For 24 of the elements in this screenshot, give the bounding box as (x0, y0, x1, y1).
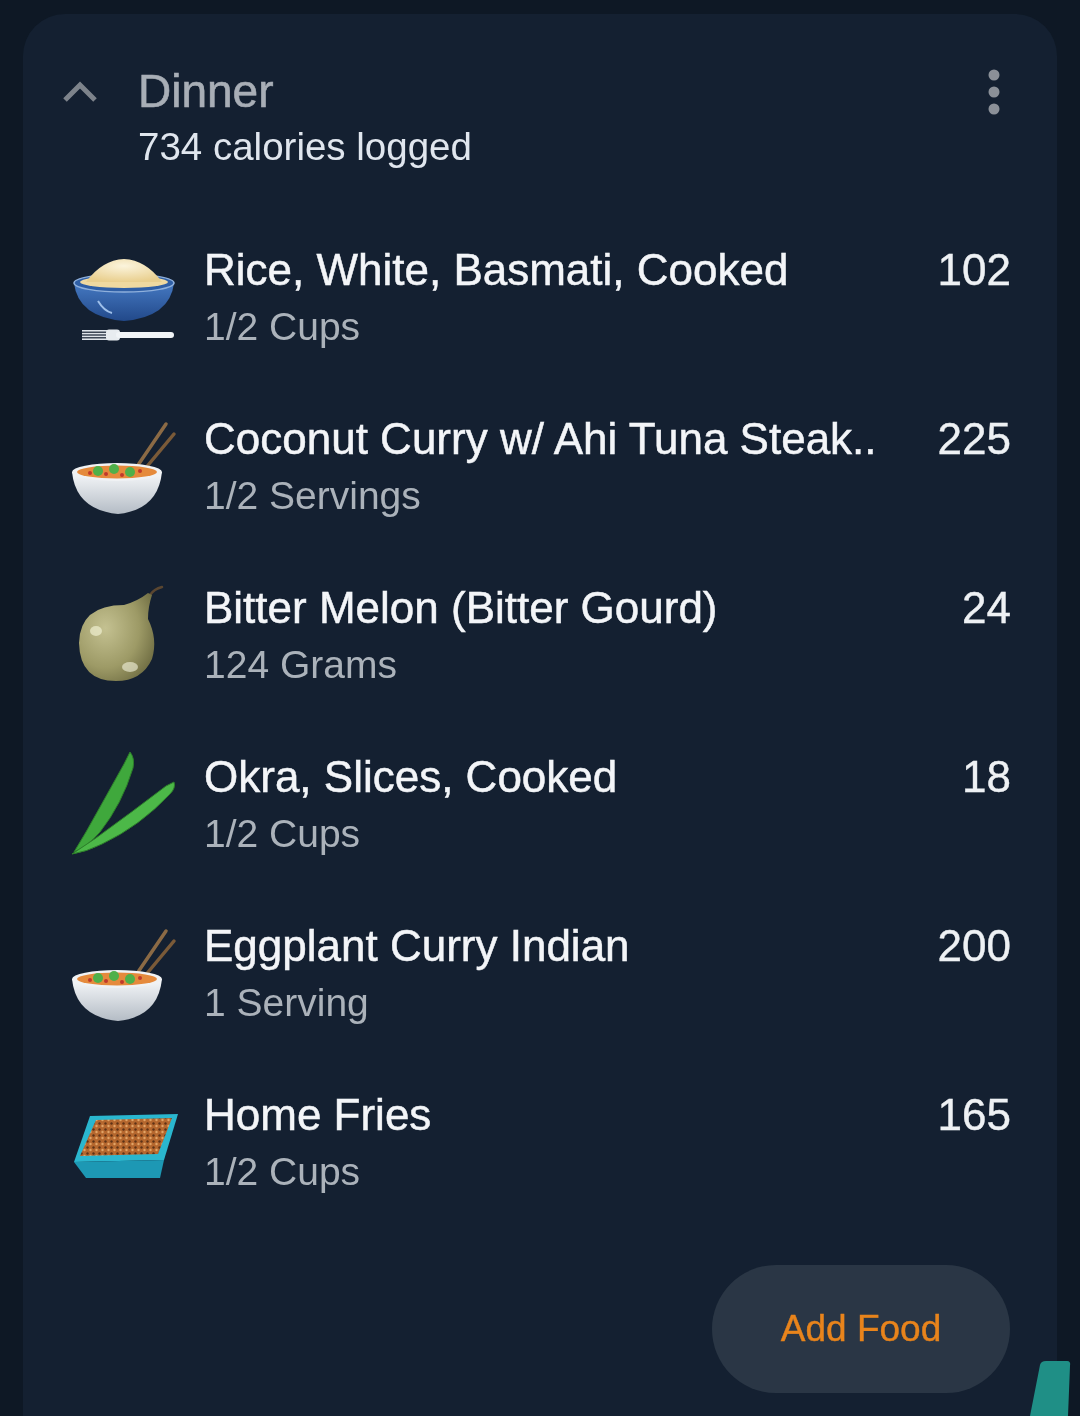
food-name: Eggplant Curry Indian (204, 919, 630, 972)
calorie-count: 18 (962, 750, 1011, 803)
food-name: Coconut Curry w/ Ahi Tuna Steak.. (204, 412, 877, 465)
more-options-icon[interactable] (988, 68, 1000, 116)
serving-size: 1/2 Cups (204, 303, 362, 350)
serving-size: 1/2 Cups (204, 810, 362, 857)
food-name: Okra, Slices, Cooked (204, 750, 618, 803)
serving-size: 1/2 Servings (204, 472, 422, 519)
serving-size: 124 Grams (204, 641, 398, 688)
calorie-count: 165 (937, 1088, 1011, 1141)
calories-logged: 734 calories logged (138, 124, 472, 170)
calorie-count: 225 (937, 412, 1011, 465)
calorie-count: 102 (937, 243, 1011, 296)
calorie-count: 200 (937, 919, 1011, 972)
food-name: Bitter Melon (Bitter Gourd) (204, 581, 718, 634)
food-name: Home Fries (204, 1088, 432, 1141)
chevron-icon[interactable] (62, 80, 98, 104)
floating-tab-drawing (1028, 1360, 1072, 1416)
add-food-button[interactable]: Add Food (712, 1265, 1010, 1393)
meal-title: Dinner (138, 64, 275, 118)
calorie-count: 24 (962, 581, 1011, 634)
serving-size: 1 Serving (204, 979, 370, 1026)
food-name: Rice, White, Basmati, Cooked (204, 243, 789, 296)
serving-size: 1/2 Cups (204, 1148, 362, 1195)
